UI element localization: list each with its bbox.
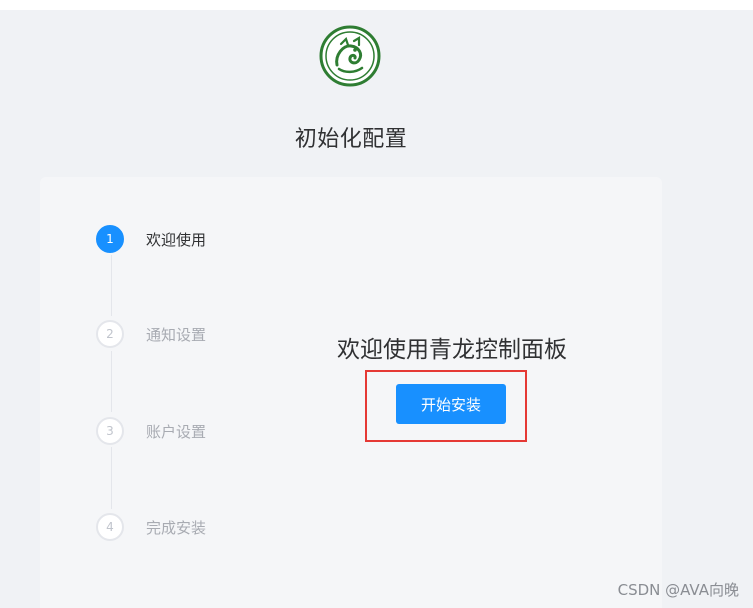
top-bar — [0, 0, 753, 10]
step-label: 通知设置 — [146, 325, 207, 344]
step-account-settings: 3 账户设置 — [96, 415, 206, 447]
step-finish-install: 4 完成安装 — [96, 511, 206, 543]
step-connector — [111, 351, 112, 412]
step-welcome: 1 欢迎使用 — [96, 223, 206, 255]
step-label: 账户设置 — [146, 422, 207, 441]
welcome-heading: 欢迎使用青龙控制面板 — [337, 337, 567, 363]
step-number-badge: 1 — [96, 225, 124, 253]
qinglong-dragon-logo-icon — [319, 25, 381, 87]
step-number-badge: 4 — [96, 513, 124, 541]
page-title: 初始化配置 — [294, 127, 408, 152]
step-number-badge: 2 — [96, 320, 124, 348]
step-notification-settings: 2 通知设置 — [96, 318, 206, 350]
annotation-highlight-box — [365, 370, 527, 442]
watermark: CSDN @AVA向晚 — [617, 581, 739, 599]
step-connector — [111, 255, 112, 316]
step-number-badge: 3 — [96, 417, 124, 445]
step-connector — [111, 447, 112, 509]
init-config-page: 初始化配置 1 欢迎使用 2 通知设置 3 账户设置 4 完成安装 欢迎使用青龙… — [0, 0, 753, 608]
step-label: 欢迎使用 — [146, 230, 207, 249]
step-label: 完成安装 — [146, 518, 207, 537]
